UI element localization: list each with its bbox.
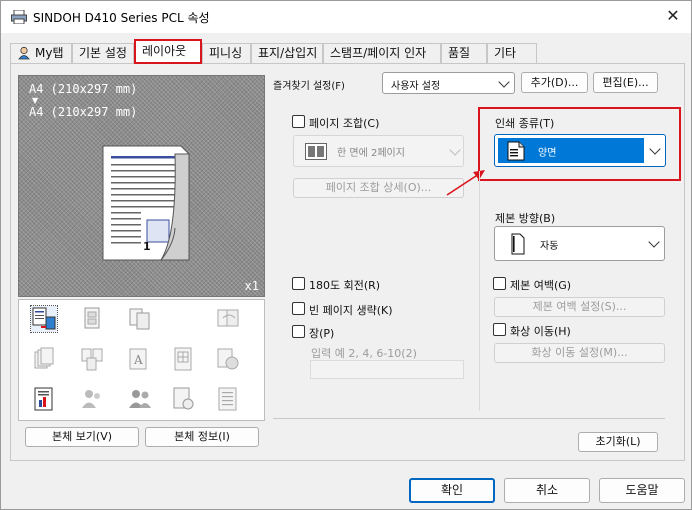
svg-text:A: A: [133, 353, 143, 367]
document-lines-icon[interactable]: [215, 386, 241, 412]
page-combine-select[interactable]: 한 면에 2페이지: [293, 135, 464, 167]
two-up-icon: [305, 143, 327, 160]
stack-pages-icon[interactable]: [31, 346, 57, 372]
binding-margin-settings-button[interactable]: 제본 여백 설정(S)...: [494, 297, 665, 317]
rotate-180-label: 180도 회전(R): [309, 279, 381, 292]
chapter-input[interactable]: [310, 360, 464, 379]
chevron-down-icon: [649, 143, 661, 155]
close-button[interactable]: ✕: [661, 5, 685, 27]
tab-other[interactable]: 기타: [487, 43, 537, 63]
down-arrow-icon: ▼: [32, 96, 39, 105]
image-shift-label: 화상 이동(H): [510, 325, 571, 338]
preview-paper-to: A4 (210x297 mm): [29, 105, 138, 119]
tab-label: 레이아웃: [142, 44, 187, 58]
window-title: SINDOH D410 Series PCL 속성: [33, 11, 210, 25]
booklet-icon[interactable]: [215, 306, 241, 332]
rotate-180-checkbox[interactable]: [292, 277, 305, 290]
help-button[interactable]: 도움말: [599, 478, 685, 503]
page-combine-icon[interactable]: [79, 306, 105, 332]
copy-pages-icon[interactable]: [127, 306, 153, 332]
cancel-button[interactable]: 취소: [504, 478, 590, 503]
multi-page-icon[interactable]: [79, 346, 105, 372]
tab-label: 표지/삽입지: [258, 46, 318, 60]
skip-blank-label: 빈 페이지 생략(K): [309, 304, 393, 317]
security-stamp-icon[interactable]: [215, 346, 241, 372]
binding-margin-label: 제본 여백(G): [510, 279, 572, 292]
settings-page-icon[interactable]: [171, 386, 197, 412]
preview-page-number: 1: [143, 240, 151, 253]
red-arrow-annotation: [446, 170, 485, 196]
tab-finishing[interactable]: 피니싱: [202, 43, 251, 63]
binding-direction-value: 자동: [540, 241, 559, 252]
chart-page-icon[interactable]: [31, 386, 57, 412]
tab-label: 기타: [494, 46, 517, 60]
tab-my-tab[interactable]: My탭: [10, 43, 72, 63]
users-icon[interactable]: [127, 386, 153, 412]
binding-direction-label: 제본 방향(B): [495, 212, 556, 225]
view-device-button[interactable]: 본체 보기(V): [25, 427, 139, 447]
binding-margin-checkbox[interactable]: [493, 277, 506, 290]
chapter-checkbox[interactable]: [292, 325, 305, 338]
document-preview-illustration: 1: [102, 145, 190, 261]
print-type-label: 인쇄 종류(T): [495, 117, 555, 130]
tab-label: 피니싱: [209, 46, 243, 60]
print-type-select[interactable]: 양면: [494, 134, 666, 167]
chevron-down-icon: [449, 144, 461, 156]
image-shift-checkbox[interactable]: [493, 323, 506, 336]
duplex-page-icon: [507, 141, 525, 161]
chapter-example-text: 입력 예 2, 4, 6-10(2): [311, 347, 417, 360]
tab-label: My탭: [35, 46, 64, 60]
tab-cover-insert[interactable]: 표지/삽입지: [251, 43, 323, 63]
image-shift-settings-button[interactable]: 화상 이동 설정(M)...: [494, 343, 665, 363]
user-icon: [18, 46, 30, 60]
tab-label: 스탬프/페이지 인자: [330, 46, 427, 60]
edit-favorite-button[interactable]: 편집(E)...: [593, 72, 658, 93]
chevron-down-icon: [648, 236, 660, 248]
tab-stamp-page-print[interactable]: 스탬프/페이지 인자: [323, 43, 441, 63]
layout-active-icon[interactable]: [30, 305, 58, 333]
page-combine-checkbox[interactable]: [292, 115, 305, 128]
text-image-icon[interactable]: A: [127, 346, 153, 372]
tab-quality[interactable]: 품질: [441, 43, 487, 63]
preview-paper-from: A4 (210x297 mm): [29, 82, 138, 96]
device-info-button[interactable]: 본체 정보(I): [145, 427, 259, 447]
add-favorite-button[interactable]: 추가(D)...: [521, 72, 588, 93]
printer-icon: [11, 10, 27, 24]
preview-copies: x1: [244, 279, 259, 293]
left-binding-icon: [511, 233, 525, 255]
ok-button[interactable]: 확인: [409, 478, 495, 503]
tab-label: 품질: [448, 46, 471, 60]
tab-strip: My탭 기본 설정 레이아웃 피니싱 표지/삽입지 스탬프/페이지 인자 품질 …: [10, 39, 685, 64]
chapter-label: 장(P): [309, 327, 335, 340]
page-combine-value: 한 면에 2페이지: [337, 148, 405, 159]
favorites-value: 사용자 설정: [391, 81, 441, 92]
tab-basic-settings[interactable]: 기본 설정: [72, 43, 134, 63]
page-combine-label: 페이지 조합(C): [309, 117, 380, 130]
binding-direction-select[interactable]: 자동: [494, 226, 665, 261]
chevron-down-icon: [498, 76, 510, 88]
print-type-value: 양면: [538, 148, 557, 159]
printer-properties-dialog: SINDOH D410 Series PCL 속성 ✕ My탭 기본 설정 레이…: [0, 0, 692, 510]
print-preview: A4 (210x297 mm) ▼ A4 (210x297 mm) 1 x1: [18, 75, 265, 297]
user-group-icon[interactable]: [79, 386, 105, 412]
tab-label: 기본 설정: [79, 46, 127, 60]
favorites-select[interactable]: 사용자 설정: [382, 72, 515, 94]
reset-button[interactable]: 초기화(L): [578, 432, 658, 452]
tab-layout[interactable]: 레이아웃: [134, 39, 202, 64]
favorites-label: 즐겨찾기 설정(F): [273, 81, 345, 92]
skip-blank-checkbox[interactable]: [292, 302, 305, 315]
preview-function-icons: A: [18, 299, 265, 421]
column-separator: [479, 171, 480, 411]
title-bar: SINDOH D410 Series PCL 속성 ✕: [1, 1, 691, 33]
grid-page-icon[interactable]: [171, 346, 197, 372]
divider: [273, 418, 665, 419]
page-combine-detail-button[interactable]: 페이지 조합 상세(O)...: [293, 178, 464, 198]
